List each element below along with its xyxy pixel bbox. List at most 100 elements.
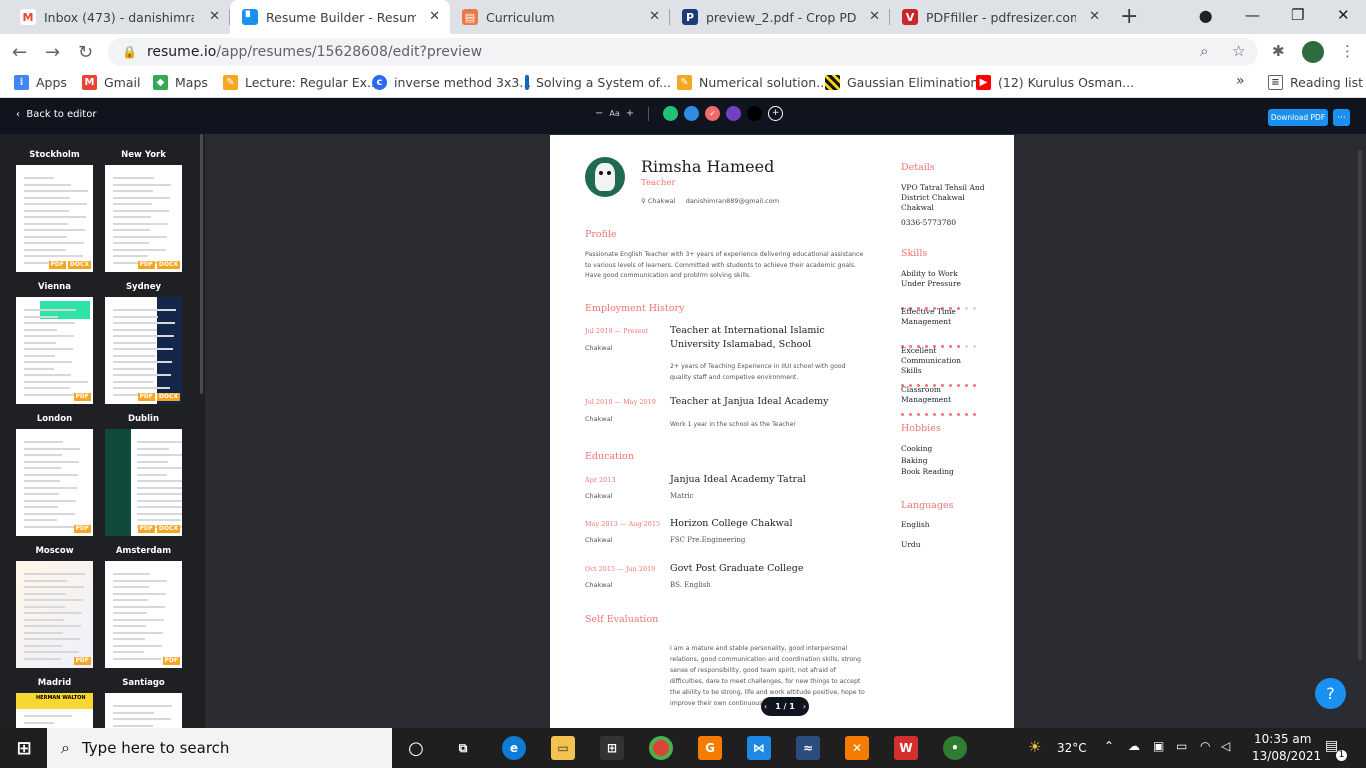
template-line xyxy=(24,715,72,717)
bookmark-youtube[interactable]: ▶ (12) Kurulus Osman... xyxy=(976,75,1134,90)
close-icon[interactable]: ✕ xyxy=(1089,9,1100,24)
color-picker-button[interactable]: + xyxy=(768,106,784,121)
weather-icon[interactable]: ☀ xyxy=(1028,738,1041,756)
wifi-icon[interactable]: ◠ xyxy=(1200,739,1210,753)
bookmark-gaussian[interactable]: Gaussian Elimination xyxy=(825,75,978,90)
bookmark-numerical[interactable]: ✎ Numerical solution... xyxy=(677,75,828,90)
chevron-right-icon[interactable]: » xyxy=(1236,73,1245,89)
back-arrow-icon[interactable]: ← xyxy=(12,42,27,63)
gaussian-icon xyxy=(825,75,840,90)
cloud-icon[interactable]: ☁ xyxy=(1128,739,1140,753)
template-thumbnail[interactable]: PDF xyxy=(16,429,93,536)
format-badge: PDF xyxy=(48,261,66,269)
chevron-up-icon[interactable]: ⌃ xyxy=(1104,739,1114,753)
store-icon[interactable]: ⊞ xyxy=(600,736,624,760)
vscode-icon[interactable]: ⋈ xyxy=(747,736,771,760)
close-icon[interactable]: ✕ xyxy=(869,9,880,24)
chrome-icon[interactable] xyxy=(649,736,673,760)
volume-icon[interactable]: ◁ xyxy=(1221,739,1230,753)
font-decrease-button[interactable]: − xyxy=(595,108,603,119)
template-line xyxy=(24,605,65,608)
address-bar[interactable]: 🔒 resume.io/app/resumes/15628608/edit?pr… xyxy=(108,38,1258,66)
bookmarks-bar: ⁞ Apps M Gmail ◆ Maps ✎ Lecture: Regular Ex.… xyxy=(0,70,1366,98)
tab-search-icon[interactable]: ⬤ xyxy=(1199,9,1212,23)
file-explorer-icon[interactable]: ▭ xyxy=(551,736,575,760)
style-toolbar: − Aa + ✓ + xyxy=(595,106,784,121)
chevron-left-icon[interactable]: ‹ xyxy=(764,702,767,711)
task-view-icon[interactable]: ⧉ xyxy=(451,736,475,760)
mysql-icon[interactable]: ≈ xyxy=(796,736,820,760)
edge-icon[interactable]: e xyxy=(502,736,526,760)
template-thumbnail[interactable]: PDF xyxy=(105,561,182,668)
camera-icon[interactable]: ▣ xyxy=(1153,739,1164,753)
new-tab-button[interactable]: + xyxy=(1120,4,1138,29)
zoom-icon[interactable]: ⌕ xyxy=(1200,42,1208,60)
download-pdf-button[interactable]: Download PDF xyxy=(1268,109,1328,126)
tab-resume-builder[interactable]: ▘ Resume Builder - Resume.io ✕ xyxy=(230,0,450,34)
taskbar-search[interactable]: ⌕ Type here to search xyxy=(47,728,392,768)
bookmark-inverse[interactable]: c inverse method 3x3... xyxy=(372,75,531,90)
tab-bar: M Inbox (473) - danishimran889 ✕ ▘ Resum… xyxy=(0,0,1366,34)
temperature[interactable]: 32°C xyxy=(1057,741,1087,755)
preview-scrollbar[interactable] xyxy=(1358,150,1362,660)
color-swatch-purple[interactable] xyxy=(726,106,742,121)
bookmark-lecture[interactable]: ✎ Lecture: Regular Ex... xyxy=(223,75,379,90)
template-thumbnail[interactable]: PDF DOCX xyxy=(16,165,93,272)
template-thumbnail[interactable]: PDF DOCX xyxy=(105,165,182,272)
tab-crop-pdf[interactable]: P preview_2.pdf - Crop PDF file ✕ xyxy=(670,0,890,34)
cortana-icon[interactable]: ○ xyxy=(404,736,428,760)
minimize-icon[interactable]: — xyxy=(1245,6,1260,24)
tab-title: preview_2.pdf - Crop PDF file xyxy=(706,9,856,25)
bookmark-gmail[interactable]: M Gmail xyxy=(82,75,140,90)
template-thumbnail[interactable]: PDF xyxy=(16,297,93,404)
battery-icon[interactable]: ▭ xyxy=(1176,739,1187,753)
color-swatch-blue[interactable] xyxy=(684,106,700,121)
tab-curriculum[interactable]: ▤ Curriculum ✕ xyxy=(450,0,670,34)
color-swatch-green[interactable] xyxy=(663,106,679,121)
font-increase-button[interactable]: + xyxy=(626,108,634,119)
color-swatch-black[interactable] xyxy=(747,106,763,121)
template-line xyxy=(24,315,58,318)
template-line xyxy=(24,354,55,357)
color-swatch-red[interactable]: ✓ xyxy=(705,106,721,121)
close-icon[interactable]: ✕ xyxy=(209,9,220,24)
page-indicator: 1 / 1 xyxy=(775,702,795,711)
restore-icon[interactable]: ❐ xyxy=(1291,6,1304,24)
bookmark-maps[interactable]: ◆ Maps xyxy=(153,75,208,90)
clock-time[interactable]: 10:35 am xyxy=(1254,732,1311,746)
bookmark-apps[interactable]: ⁞ Apps xyxy=(14,75,67,90)
xampp-icon[interactable]: ✕ xyxy=(845,736,869,760)
template-thumbnail[interactable] xyxy=(105,693,182,728)
clock-date[interactable]: 13/08/2021 xyxy=(1252,749,1321,763)
back-to-editor-link[interactable]: ‹ Back to editor xyxy=(16,109,96,120)
tab-inbox[interactable]: M Inbox (473) - danishimran889 ✕ xyxy=(8,0,230,34)
wps-icon[interactable]: W xyxy=(894,736,918,760)
tab-pdffiller[interactable]: V PDFfiller - pdfresizer.com-pdf ✕ xyxy=(890,0,1110,34)
pdf-app-icon[interactable]: G xyxy=(698,736,722,760)
sidebar-scrollbar[interactable] xyxy=(200,134,203,394)
forward-arrow-icon[interactable]: → xyxy=(45,42,60,63)
windows-start-icon[interactable]: ⊞ xyxy=(12,736,36,760)
app-icon[interactable]: • xyxy=(943,736,967,760)
template-thumbnail[interactable]: PDF DOCX xyxy=(105,429,182,536)
bookmark-solving[interactable]: Solving a System of... xyxy=(525,75,671,90)
font-size-label: Aa xyxy=(609,109,620,118)
template-line xyxy=(113,605,165,608)
template-thumbnail[interactable]: HERMAN WALTON xyxy=(16,693,93,728)
close-icon[interactable]: ✕ xyxy=(649,9,660,24)
close-icon[interactable]: ✕ xyxy=(429,9,440,24)
avatar[interactable] xyxy=(1302,41,1324,63)
template-thumbnail[interactable]: PDF DOCX xyxy=(105,297,182,404)
menu-icon[interactable]: ⋮ xyxy=(1340,42,1355,60)
template-line xyxy=(113,354,155,357)
notification-count: 1 xyxy=(1336,750,1347,761)
more-options-button[interactable]: ··· xyxy=(1333,109,1350,126)
close-window-icon[interactable]: ✕ xyxy=(1337,6,1350,24)
help-button[interactable]: ? xyxy=(1315,678,1346,709)
bookmark-star-icon[interactable]: ☆ xyxy=(1232,42,1245,60)
reload-icon[interactable]: ↻ xyxy=(78,42,93,63)
extensions-icon[interactable]: ✱ xyxy=(1272,42,1285,60)
chevron-right-icon[interactable]: › xyxy=(803,702,806,711)
reading-list[interactable]: ≡ Reading list xyxy=(1268,75,1363,90)
template-thumbnail[interactable]: PDF xyxy=(16,561,93,668)
